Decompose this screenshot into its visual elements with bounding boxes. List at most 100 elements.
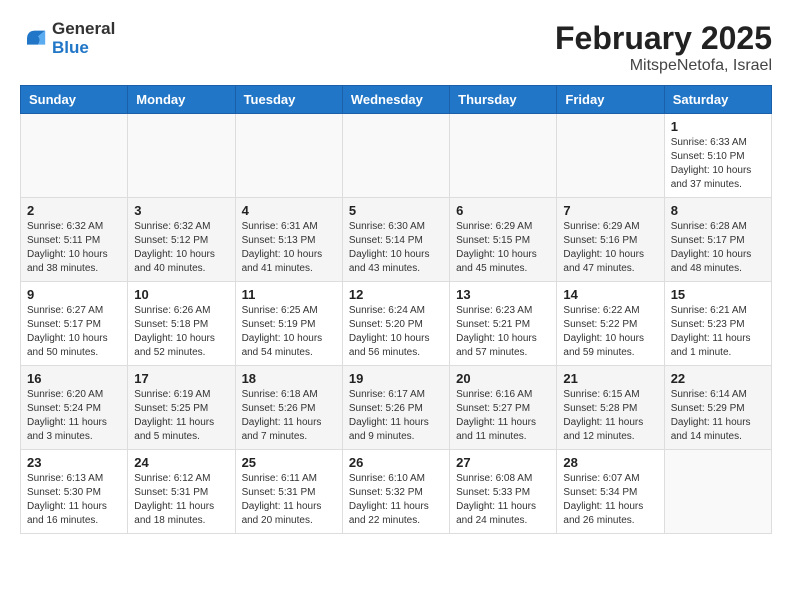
day-number: 3 <box>134 203 228 218</box>
day-number: 11 <box>242 287 336 302</box>
day-number: 17 <box>134 371 228 386</box>
calendar-cell: 8 Sunrise: 6:28 AM Sunset: 5:17 PM Daylig… <box>664 198 771 282</box>
calendar-cell <box>450 114 557 198</box>
day-info: Sunrise: 6:28 AM Sunset: 5:17 PM Dayligh… <box>671 220 765 276</box>
day-info: Sunrise: 6:26 AM Sunset: 5:18 PM Dayligh… <box>134 304 228 360</box>
calendar-cell: 2 Sunrise: 6:32 AM Sunset: 5:11 PM Daylig… <box>21 198 128 282</box>
weekday-header-monday: Monday <box>128 86 235 114</box>
calendar-cell: 15 Sunrise: 6:21 AM Sunset: 5:23 PM Dayli… <box>664 282 771 366</box>
weekday-header-thursday: Thursday <box>450 86 557 114</box>
calendar-cell <box>128 114 235 198</box>
logo: General Blue <box>20 20 115 57</box>
calendar-week-4: 16Sunrise: 6:20 AM Sunset: 5:24 PM Dayli… <box>21 366 772 450</box>
day-number: 12 <box>349 287 443 302</box>
calendar-header-row: SundayMondayTuesdayWednesdayThursdayFrid… <box>21 86 772 114</box>
day-info: Sunrise: 6:07 AM Sunset: 5:34 PM Dayligh… <box>563 472 657 528</box>
calendar-cell: 26 Sunrise: 6:10 AM Sunset: 5:32 PM Dayli… <box>342 450 449 534</box>
calendar-cell <box>557 114 664 198</box>
day-info: Sunrise: 6:18 AM Sunset: 5:26 PM Dayligh… <box>242 388 336 444</box>
day-info: Sunrise: 6:27 AM Sunset: 5:17 PM Dayligh… <box>27 304 121 360</box>
weekday-header-saturday: Saturday <box>664 86 771 114</box>
day-number: 26 <box>349 455 443 470</box>
day-info: Sunrise: 6:29 AM Sunset: 5:16 PM Dayligh… <box>563 220 657 276</box>
day-number: 19 <box>349 371 443 386</box>
calendar-cell: 28 Sunrise: 6:07 AM Sunset: 5:34 PM Dayli… <box>557 450 664 534</box>
day-number: 18 <box>242 371 336 386</box>
day-number: 2 <box>27 203 121 218</box>
calendar-cell: 23 Sunrise: 6:13 AM Sunset: 5:30 PM Dayli… <box>21 450 128 534</box>
weekday-header-sunday: Sunday <box>21 86 128 114</box>
day-number: 9 <box>27 287 121 302</box>
day-info: Sunrise: 6:32 AM Sunset: 5:12 PM Dayligh… <box>134 220 228 276</box>
day-info: Sunrise: 6:16 AM Sunset: 5:27 PM Dayligh… <box>456 388 550 444</box>
calendar-cell: 22Sunrise: 6:14 AM Sunset: 5:29 PM Dayli… <box>664 366 771 450</box>
day-info: Sunrise: 6:15 AM Sunset: 5:28 PM Dayligh… <box>563 388 657 444</box>
calendar-cell: 12Sunrise: 6:24 AM Sunset: 5:20 PM Dayli… <box>342 282 449 366</box>
day-number: 21 <box>563 371 657 386</box>
calendar-cell: 4Sunrise: 6:31 AM Sunset: 5:13 PM Daylig… <box>235 198 342 282</box>
logo-general: General <box>52 20 115 39</box>
day-info: Sunrise: 6:13 AM Sunset: 5:30 PM Dayligh… <box>27 472 121 528</box>
day-info: Sunrise: 6:12 AM Sunset: 5:31 PM Dayligh… <box>134 472 228 528</box>
day-info: Sunrise: 6:29 AM Sunset: 5:15 PM Dayligh… <box>456 220 550 276</box>
month-title: February 2025 <box>555 20 772 57</box>
location-title: MitspeNetofa, Israel <box>555 57 772 75</box>
calendar-week-1: 1 Sunrise: 6:33 AM Sunset: 5:10 PM Daylig… <box>21 114 772 198</box>
day-number: 1 <box>671 119 765 134</box>
weekday-header-wednesday: Wednesday <box>342 86 449 114</box>
day-info: Sunrise: 6:11 AM Sunset: 5:31 PM Dayligh… <box>242 472 336 528</box>
calendar-cell <box>21 114 128 198</box>
day-number: 7 <box>563 203 657 218</box>
day-info: Sunrise: 6:17 AM Sunset: 5:26 PM Dayligh… <box>349 388 443 444</box>
weekday-header-friday: Friday <box>557 86 664 114</box>
calendar-cell: 25Sunrise: 6:11 AM Sunset: 5:31 PM Dayli… <box>235 450 342 534</box>
calendar-week-3: 9 Sunrise: 6:27 AM Sunset: 5:17 PM Daylig… <box>21 282 772 366</box>
calendar-cell: 19 Sunrise: 6:17 AM Sunset: 5:26 PM Dayli… <box>342 366 449 450</box>
calendar-cell: 9 Sunrise: 6:27 AM Sunset: 5:17 PM Daylig… <box>21 282 128 366</box>
day-number: 10 <box>134 287 228 302</box>
day-info: Sunrise: 6:25 AM Sunset: 5:19 PM Dayligh… <box>242 304 336 360</box>
day-number: 16 <box>27 371 121 386</box>
day-number: 6 <box>456 203 550 218</box>
calendar-cell: 13 Sunrise: 6:23 AM Sunset: 5:21 PM Dayli… <box>450 282 557 366</box>
logo-icon <box>20 25 48 53</box>
calendar-cell: 11 Sunrise: 6:25 AM Sunset: 5:19 PM Dayli… <box>235 282 342 366</box>
day-info: Sunrise: 6:08 AM Sunset: 5:33 PM Dayligh… <box>456 472 550 528</box>
calendar-cell <box>235 114 342 198</box>
calendar-cell: 10 Sunrise: 6:26 AM Sunset: 5:18 PM Dayli… <box>128 282 235 366</box>
calendar-cell: 16Sunrise: 6:20 AM Sunset: 5:24 PM Dayli… <box>21 366 128 450</box>
calendar-cell: 5 Sunrise: 6:30 AM Sunset: 5:14 PM Daylig… <box>342 198 449 282</box>
day-info: Sunrise: 6:19 AM Sunset: 5:25 PM Dayligh… <box>134 388 228 444</box>
day-info: Sunrise: 6:33 AM Sunset: 5:10 PM Dayligh… <box>671 136 765 192</box>
day-number: 22 <box>671 371 765 386</box>
day-number: 15 <box>671 287 765 302</box>
day-number: 5 <box>349 203 443 218</box>
day-info: Sunrise: 6:32 AM Sunset: 5:11 PM Dayligh… <box>27 220 121 276</box>
logo-blue: Blue <box>52 39 115 58</box>
calendar-cell <box>664 450 771 534</box>
title-block: February 2025 MitspeNetofa, Israel <box>555 20 772 75</box>
day-number: 28 <box>563 455 657 470</box>
day-info: Sunrise: 6:23 AM Sunset: 5:21 PM Dayligh… <box>456 304 550 360</box>
day-info: Sunrise: 6:30 AM Sunset: 5:14 PM Dayligh… <box>349 220 443 276</box>
day-info: Sunrise: 6:31 AM Sunset: 5:13 PM Dayligh… <box>242 220 336 276</box>
day-number: 23 <box>27 455 121 470</box>
calendar-cell: 20Sunrise: 6:16 AM Sunset: 5:27 PM Dayli… <box>450 366 557 450</box>
day-info: Sunrise: 6:21 AM Sunset: 5:23 PM Dayligh… <box>671 304 765 360</box>
calendar-cell: 1 Sunrise: 6:33 AM Sunset: 5:10 PM Daylig… <box>664 114 771 198</box>
calendar-cell: 24Sunrise: 6:12 AM Sunset: 5:31 PM Dayli… <box>128 450 235 534</box>
calendar-cell: 27 Sunrise: 6:08 AM Sunset: 5:33 PM Dayli… <box>450 450 557 534</box>
day-number: 14 <box>563 287 657 302</box>
page-header: General Blue February 2025 MitspeNetofa,… <box>20 20 772 75</box>
calendar-cell: 3 Sunrise: 6:32 AM Sunset: 5:12 PM Daylig… <box>128 198 235 282</box>
calendar-cell: 6 Sunrise: 6:29 AM Sunset: 5:15 PM Daylig… <box>450 198 557 282</box>
logo-text: General Blue <box>52 20 115 57</box>
day-info: Sunrise: 6:10 AM Sunset: 5:32 PM Dayligh… <box>349 472 443 528</box>
day-number: 8 <box>671 203 765 218</box>
calendar-table: SundayMondayTuesdayWednesdayThursdayFrid… <box>20 85 772 534</box>
weekday-header-tuesday: Tuesday <box>235 86 342 114</box>
calendar-cell <box>342 114 449 198</box>
calendar-cell: 21 Sunrise: 6:15 AM Sunset: 5:28 PM Dayli… <box>557 366 664 450</box>
day-number: 13 <box>456 287 550 302</box>
day-number: 27 <box>456 455 550 470</box>
